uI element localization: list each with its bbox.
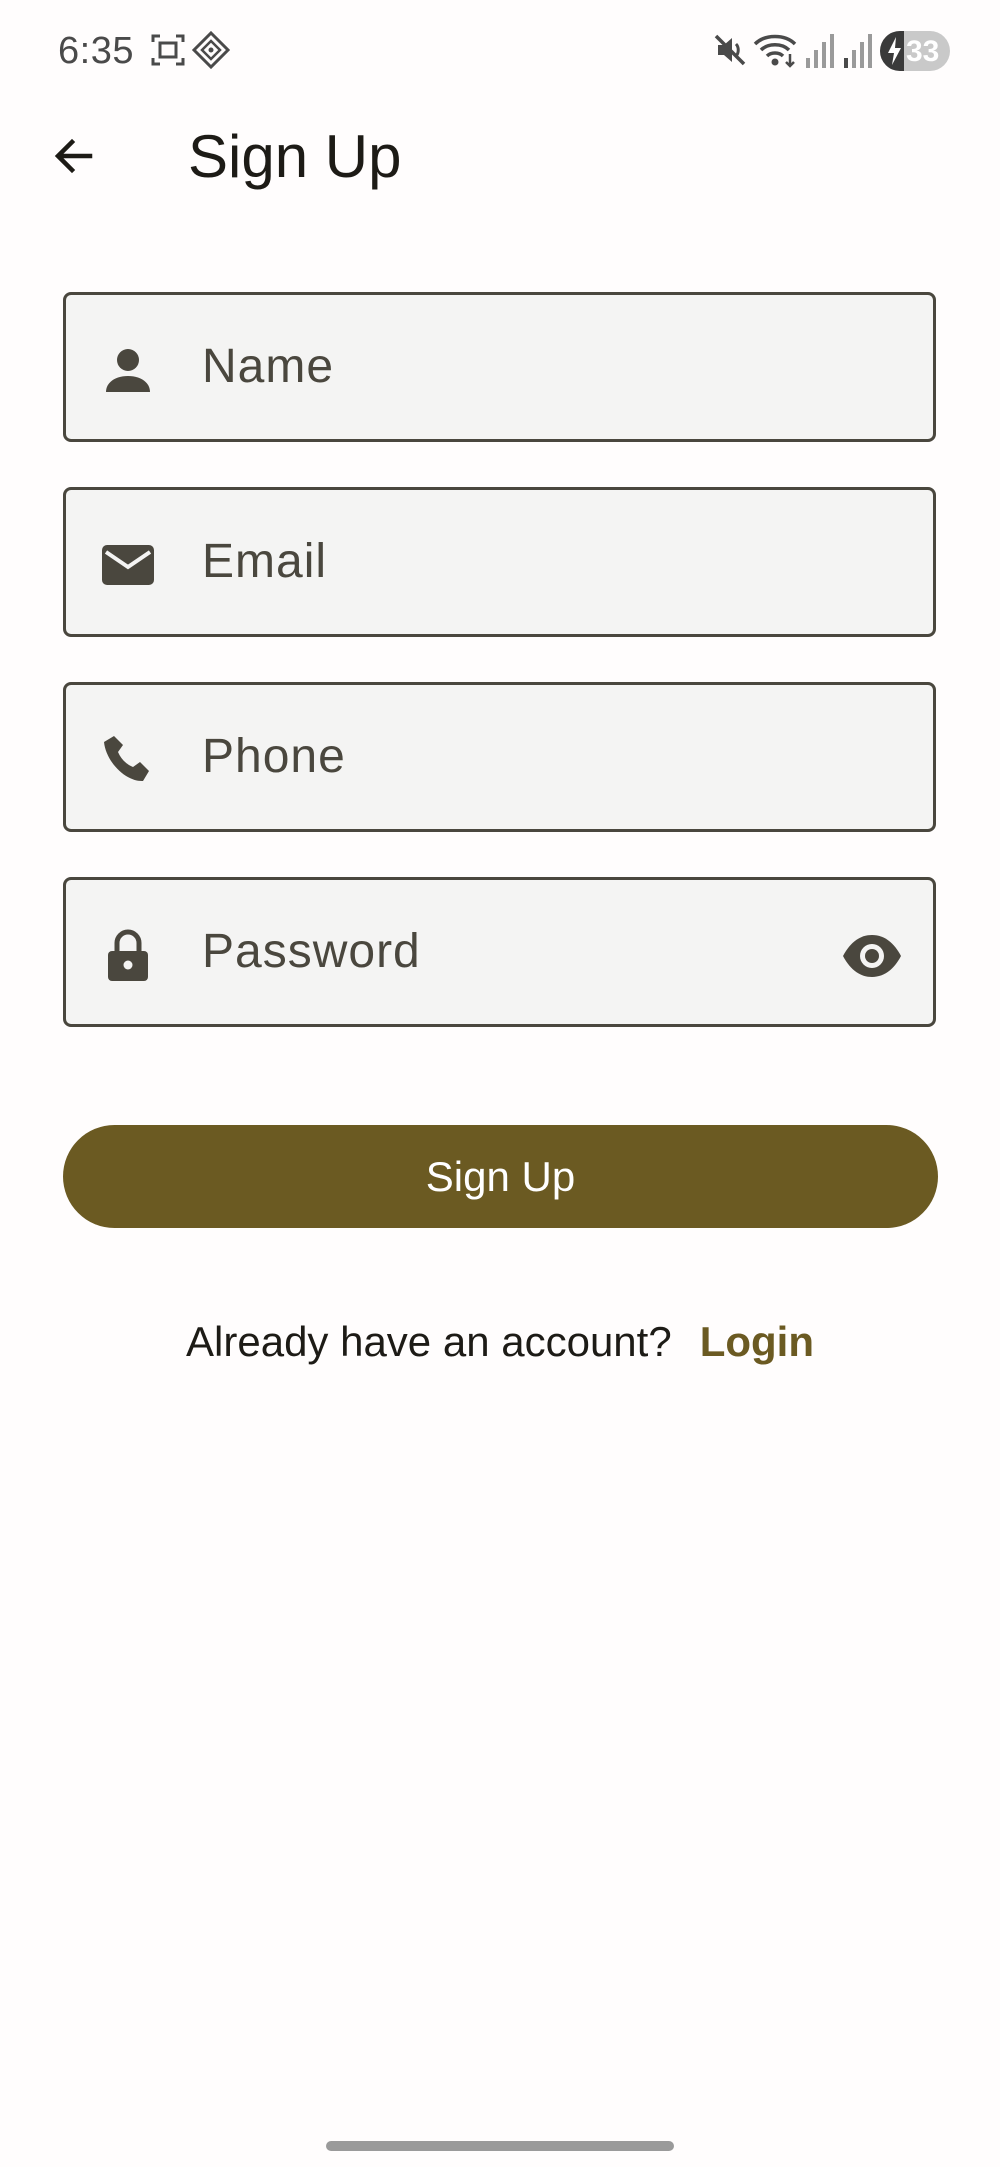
password-placeholder: Password: [202, 925, 421, 978]
app-bar: Sign Up: [0, 104, 1000, 208]
battery-level: 33: [906, 35, 940, 68]
mute-icon: [714, 34, 746, 66]
battery-indicator: 33: [880, 31, 950, 71]
phone-placeholder: Phone: [202, 730, 346, 783]
screenshot-icon: [151, 34, 185, 66]
mail-icon: [102, 545, 154, 585]
status-time: 6:35: [58, 30, 134, 72]
name-field[interactable]: Name: [63, 292, 936, 442]
password-field[interactable]: Password: [63, 877, 936, 1027]
visibility-icon[interactable]: [841, 925, 903, 987]
login-prompt-row: Already have an account? Login: [0, 1318, 1000, 1366]
login-link[interactable]: Login: [700, 1318, 814, 1365]
wifi-icon: [753, 34, 797, 68]
home-indicator[interactable]: [326, 2141, 674, 2151]
email-placeholder: Email: [202, 535, 328, 588]
lock-icon: [108, 929, 148, 981]
already-have-account-text: Already have an account?: [186, 1318, 672, 1365]
battery-charging-icon: [888, 37, 901, 65]
status-bar: 6:35 33: [0, 0, 1000, 104]
app-icon: [192, 30, 230, 70]
name-placeholder: Name: [202, 340, 335, 393]
email-field[interactable]: Email: [63, 487, 936, 637]
signal-icon: [806, 34, 834, 68]
back-button[interactable]: [42, 124, 106, 188]
arrow-back-icon: [54, 138, 93, 174]
page-title: Sign Up: [188, 123, 402, 190]
person-icon: [106, 349, 150, 392]
signal-icon-2: [844, 34, 872, 68]
phone-field[interactable]: Phone: [63, 682, 936, 832]
signup-button[interactable]: Sign Up: [63, 1125, 938, 1228]
phone-icon: [104, 736, 149, 782]
